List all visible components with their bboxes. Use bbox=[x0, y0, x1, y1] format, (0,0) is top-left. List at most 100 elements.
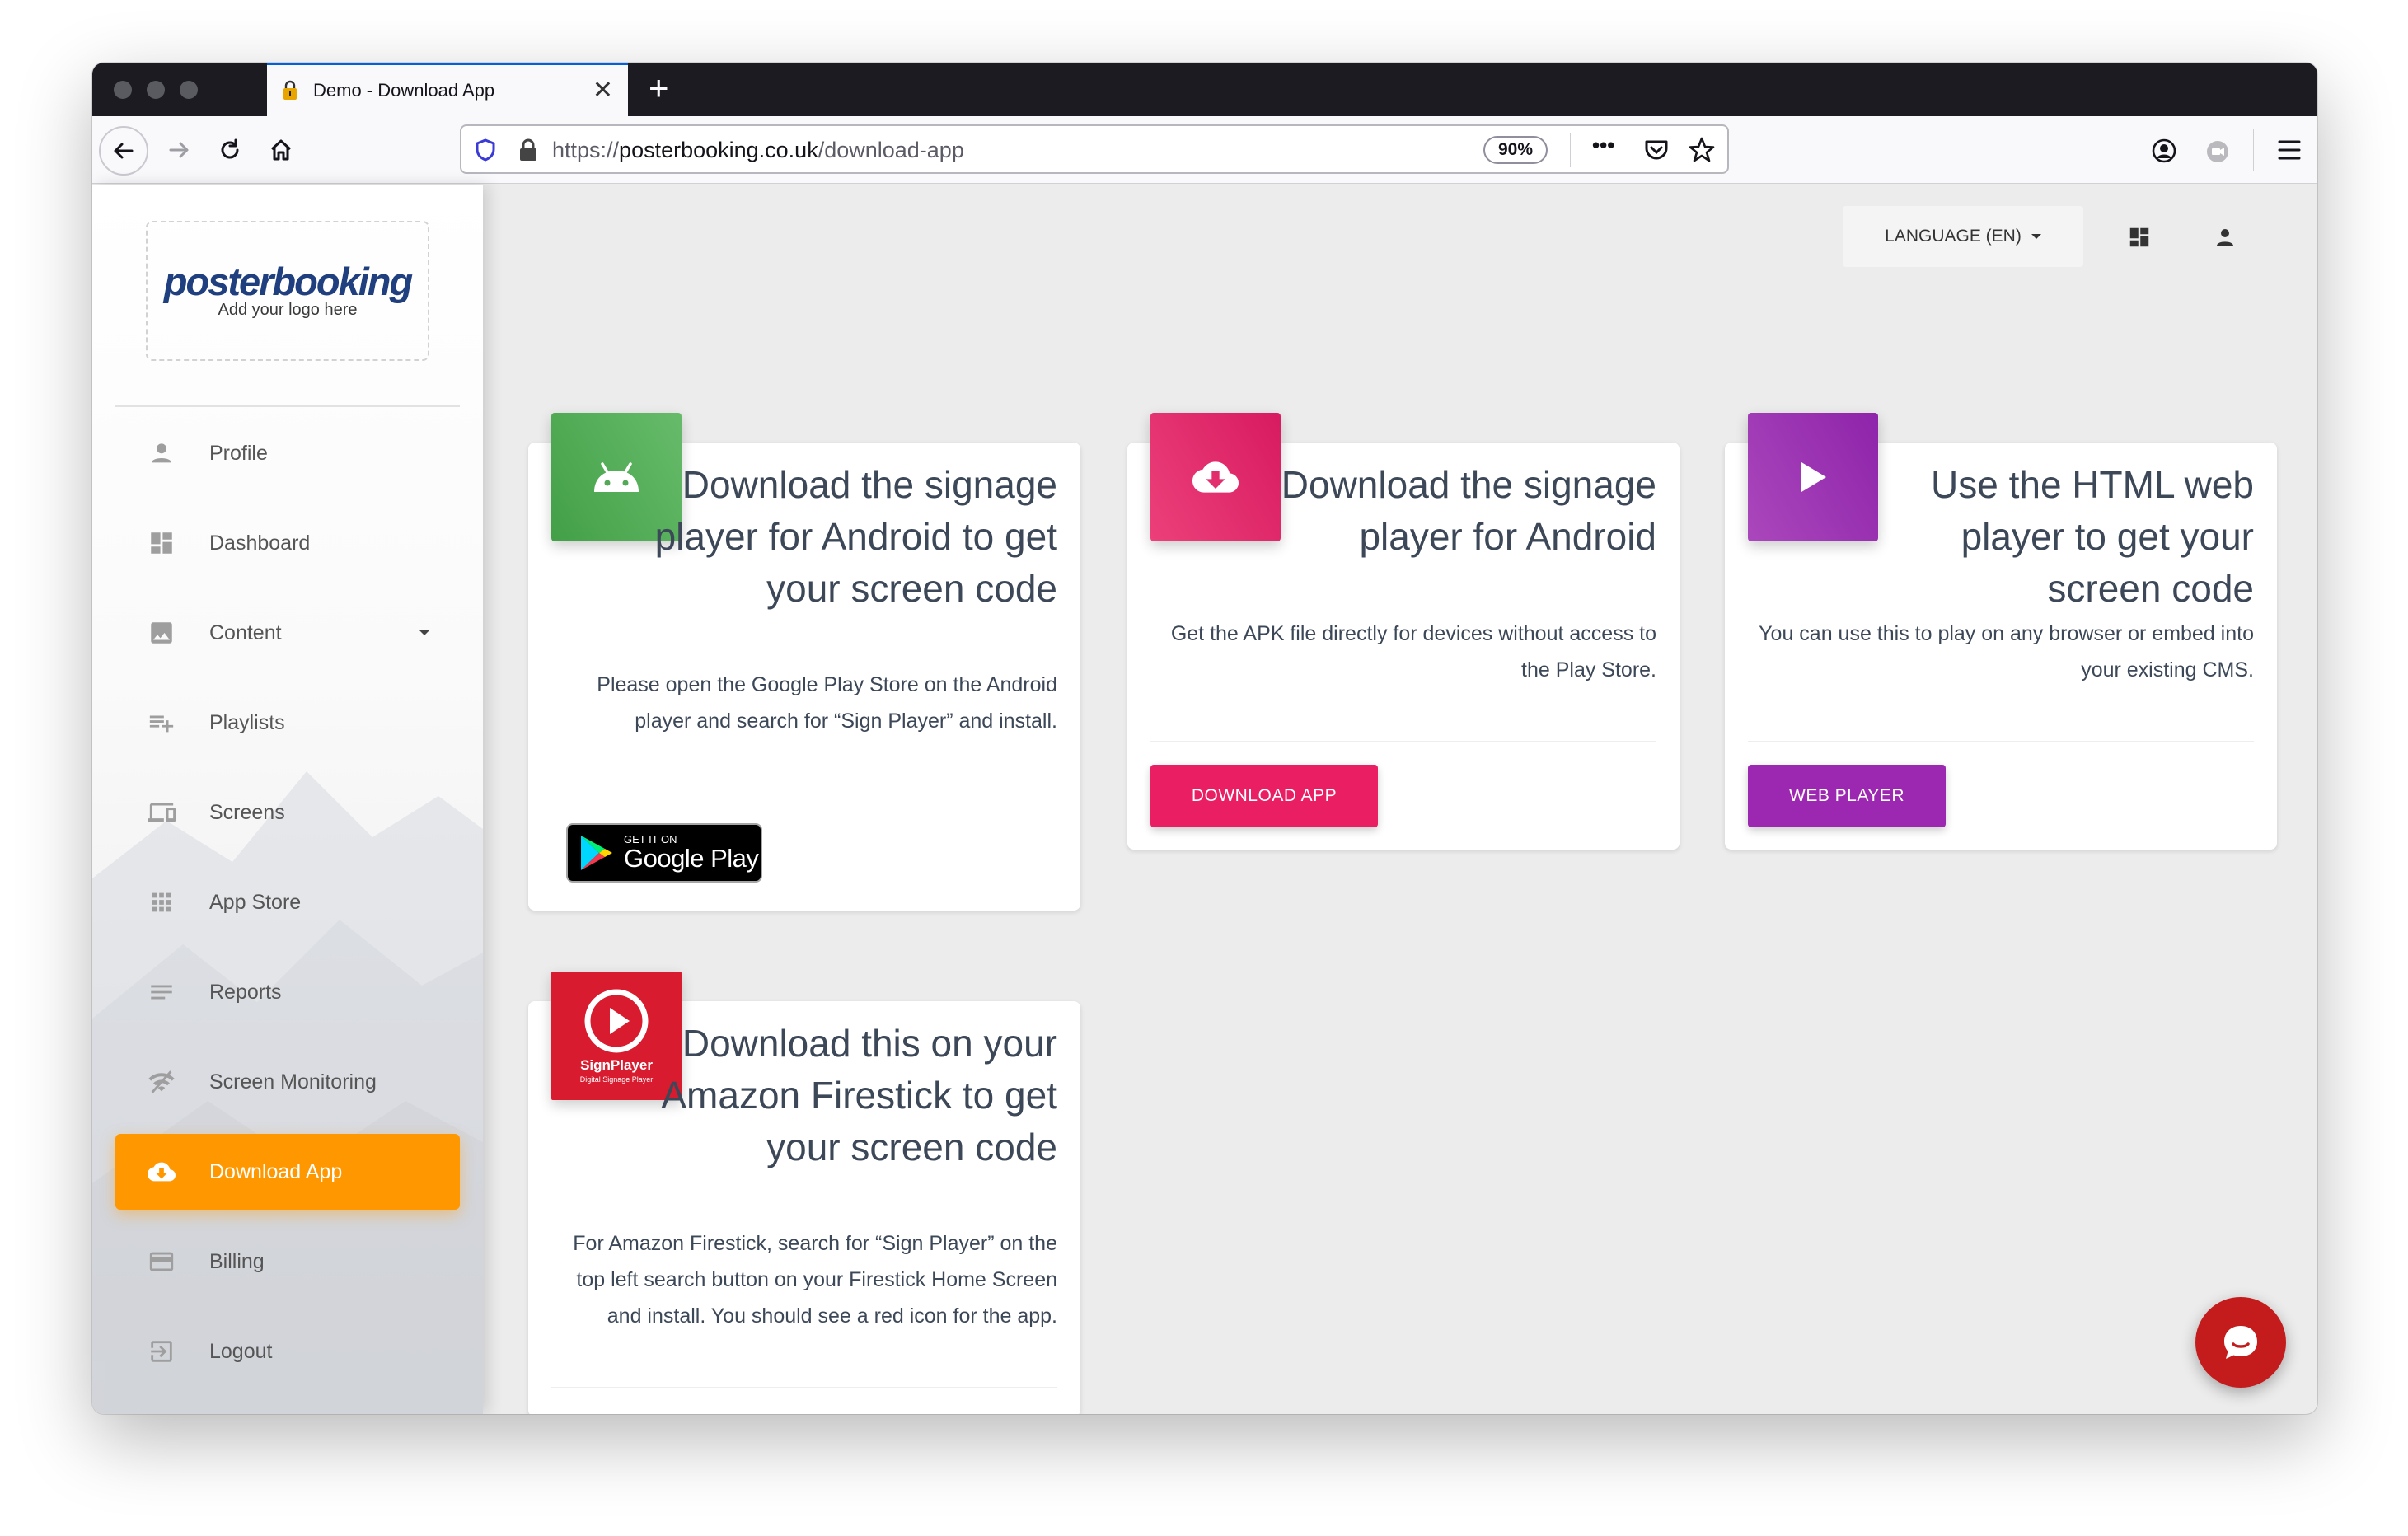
maximize-window-button[interactable] bbox=[180, 81, 198, 99]
extension-icon[interactable] bbox=[2205, 139, 2230, 164]
sidebar-item-label: Reports bbox=[209, 980, 282, 1004]
sidebar-item-app-store[interactable]: App Store bbox=[115, 864, 460, 940]
card-android-play: Download the signage player for Android … bbox=[528, 413, 1080, 911]
person-icon bbox=[145, 437, 178, 470]
new-tab-button[interactable]: + bbox=[649, 71, 669, 105]
notes-icon bbox=[145, 976, 178, 1009]
google-play-icon bbox=[581, 836, 612, 870]
sidebar-item-screens[interactable]: Screens bbox=[115, 775, 460, 850]
card-description: Please open the Google Play Store on the… bbox=[597, 673, 1057, 733]
star-bookmark-icon[interactable] bbox=[1688, 136, 1716, 164]
arrow-left-icon bbox=[114, 143, 134, 159]
image-icon bbox=[145, 616, 178, 649]
zoom-indicator[interactable]: 90% bbox=[1483, 136, 1548, 164]
brand-logo: posterbooking bbox=[163, 260, 413, 303]
apps-grid-icon bbox=[145, 886, 178, 919]
card-android-apk: Download the signage player for Android … bbox=[1127, 413, 1680, 850]
chevron-down-icon bbox=[2031, 234, 2041, 239]
tab-download-app[interactable]: Demo - Download App ✕ bbox=[267, 63, 628, 116]
close-tab-icon[interactable]: ✕ bbox=[593, 78, 613, 103]
chevron-down-icon[interactable] bbox=[419, 630, 430, 635]
navigation-bar: https://posterbooking.co.uk/download-app… bbox=[92, 116, 2317, 184]
play-icon bbox=[1748, 413, 1878, 541]
card-title: Download the signage player for Android … bbox=[654, 463, 1057, 610]
back-button[interactable] bbox=[99, 126, 148, 176]
card-title: Download this on your Amazon Firestick t… bbox=[661, 1022, 1057, 1168]
sidebar-item-playlists[interactable]: Playlists bbox=[115, 685, 460, 761]
sidebar-item-download-app[interactable]: Download App bbox=[115, 1134, 460, 1210]
google-play-badge[interactable]: GET IT ON Google Play bbox=[566, 823, 762, 883]
sidebar-item-label: Content bbox=[209, 620, 282, 644]
url-separator bbox=[1570, 133, 1571, 167]
card-title: Download the signage player for Android bbox=[1281, 463, 1656, 558]
sidebar-item-dashboard[interactable]: Dashboard bbox=[115, 505, 460, 581]
card-divider bbox=[1150, 741, 1656, 742]
sidebar-item-label: Profile bbox=[209, 441, 268, 465]
hamburger-menu-icon[interactable] bbox=[2278, 139, 2301, 161]
sidebar-item-logout[interactable]: Logout bbox=[115, 1314, 460, 1389]
card-description: You can use this to play on any browser … bbox=[1759, 622, 2254, 681]
sidebar-item-label: Download App bbox=[209, 1159, 343, 1183]
lock-icon[interactable] bbox=[518, 138, 539, 162]
sidebar-item-billing[interactable]: Billing bbox=[115, 1224, 460, 1300]
card-divider bbox=[551, 1387, 1057, 1388]
language-label: LANGUAGE (EN) bbox=[1885, 227, 2022, 246]
pocket-icon[interactable] bbox=[1643, 138, 1670, 162]
card-firestick: SignPlayer Digital Signage Player Downlo… bbox=[528, 972, 1080, 1414]
arrow-right-icon bbox=[169, 142, 189, 158]
chat-bubble-icon bbox=[2224, 1326, 2257, 1359]
badge-big-text: Google Play bbox=[624, 844, 759, 873]
sidebar-item-label: App Store bbox=[209, 890, 302, 914]
wifi-off-icon bbox=[145, 1065, 178, 1098]
web-player-button[interactable]: WEB PLAYER bbox=[1748, 765, 1946, 827]
minimize-window-button[interactable] bbox=[147, 81, 165, 99]
home-icon bbox=[270, 139, 292, 161]
sidebar-item-label: Playlists bbox=[209, 710, 285, 734]
user-icon[interactable] bbox=[2209, 221, 2242, 254]
dashboard-icon[interactable] bbox=[2123, 221, 2156, 254]
reload-button[interactable] bbox=[209, 129, 251, 171]
sidebar-item-label: Dashboard bbox=[209, 531, 311, 555]
sidebar-item-label: Screen Monitoring bbox=[209, 1070, 377, 1093]
page-actions-menu-icon[interactable]: ••• bbox=[1592, 133, 1614, 158]
playlist-add-icon bbox=[145, 706, 178, 739]
url-bar[interactable]: https://posterbooking.co.uk/download-app… bbox=[460, 124, 1729, 174]
language-dropdown[interactable]: LANGUAGE (EN) bbox=[1843, 206, 2083, 267]
credit-card-icon bbox=[145, 1245, 178, 1278]
shield-icon[interactable] bbox=[473, 138, 498, 162]
sidebar-item-content[interactable]: Content bbox=[115, 595, 460, 671]
sidebar-item-label: Billing bbox=[209, 1249, 265, 1273]
cloud-download-icon bbox=[145, 1155, 178, 1188]
sidebar-menu: Profile Dashboard Content Playlists Scre… bbox=[115, 415, 460, 1403]
card-web-player: Use the HTML web player to get your scre… bbox=[1725, 413, 2277, 850]
toolbar-separator bbox=[2253, 129, 2254, 171]
sidebar-item-label: Logout bbox=[209, 1339, 273, 1363]
sidebar-item-screen-monitoring[interactable]: Screen Monitoring bbox=[115, 1044, 460, 1120]
forward-button[interactable] bbox=[158, 129, 199, 171]
download-app-button[interactable]: DOWNLOAD APP bbox=[1150, 765, 1378, 827]
main-content: LANGUAGE (EN) Download the signage playe… bbox=[483, 185, 2317, 1414]
window-controls bbox=[114, 81, 198, 99]
dashboard-icon bbox=[145, 527, 178, 560]
sidebar-item-profile[interactable]: Profile bbox=[115, 415, 460, 491]
logo-upload-box[interactable]: posterbooking Add your logo here bbox=[146, 221, 429, 361]
sidebar-divider bbox=[115, 405, 460, 407]
sidebar-item-reports[interactable]: Reports bbox=[115, 954, 460, 1030]
tab-strip: Demo - Download App ✕ + bbox=[92, 63, 2317, 116]
close-window-button[interactable] bbox=[114, 81, 132, 99]
reload-icon bbox=[221, 138, 239, 159]
logout-icon bbox=[145, 1335, 178, 1368]
card-description: For Amazon Firestick, search for “Sign P… bbox=[573, 1232, 1057, 1328]
account-icon[interactable] bbox=[2151, 138, 2177, 164]
lock-warning-icon bbox=[283, 80, 297, 100]
card-title: Use the HTML web player to get your scre… bbox=[1931, 463, 2254, 610]
sidebar-item-label: Screens bbox=[209, 800, 285, 824]
card-description: Get the APK file directly for devices wi… bbox=[1170, 622, 1656, 681]
chat-widget-button[interactable] bbox=[2195, 1297, 2286, 1388]
tab-title: Demo - Download App bbox=[313, 80, 495, 101]
browser-window: Demo - Download App ✕ + https://posterbo… bbox=[92, 63, 2317, 1414]
url-text[interactable]: https://posterbooking.co.uk/download-app bbox=[552, 138, 964, 163]
home-button[interactable] bbox=[260, 129, 302, 171]
card-divider bbox=[1748, 741, 2254, 742]
sidebar: posterbooking Add your logo here Profile… bbox=[92, 185, 483, 1414]
